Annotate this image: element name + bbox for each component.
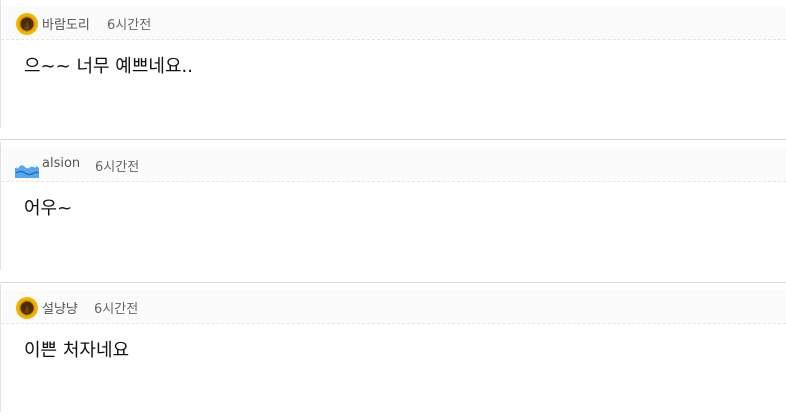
comment-author[interactable]: 설냥냥: [42, 298, 78, 317]
comment-author[interactable]: alsion: [42, 156, 80, 171]
comment-header: alsion 6시간전: [1, 148, 786, 182]
comment-item: alsion 6시간전 어우~: [0, 142, 786, 274]
comment-text: 으~~ 너무 예쁘네요..: [24, 56, 193, 77]
gold-coin-icon[interactable]: [15, 296, 39, 320]
gold-coin-icon[interactable]: [15, 12, 39, 36]
comment-separator: [0, 139, 786, 140]
comment-time: 6시간전: [107, 18, 152, 33]
comment-text: 어우~: [24, 198, 73, 219]
comment-header: 설냥냥 6시간전: [1, 290, 786, 324]
comment-header: 바람도리 6시간전: [1, 6, 786, 40]
comment-time: 6시간전: [95, 160, 140, 175]
wave-icon[interactable]: [15, 154, 39, 178]
comment-separator: [0, 282, 786, 283]
comment-time: 6시간전: [94, 302, 139, 317]
comment-item: 바람도리 6시간전 으~~ 너무 예쁘네요..: [0, 0, 786, 132]
comment-text: 이쁜 처자네요: [24, 340, 130, 361]
comment-item: 설냥냥 6시간전 이쁜 처자네요: [0, 284, 786, 416]
comment-list: 바람도리 6시간전 으~~ 너무 예쁘네요.. alsion 6시간전 어우~: [0, 0, 786, 416]
comment-author[interactable]: 바람도리: [42, 14, 90, 33]
